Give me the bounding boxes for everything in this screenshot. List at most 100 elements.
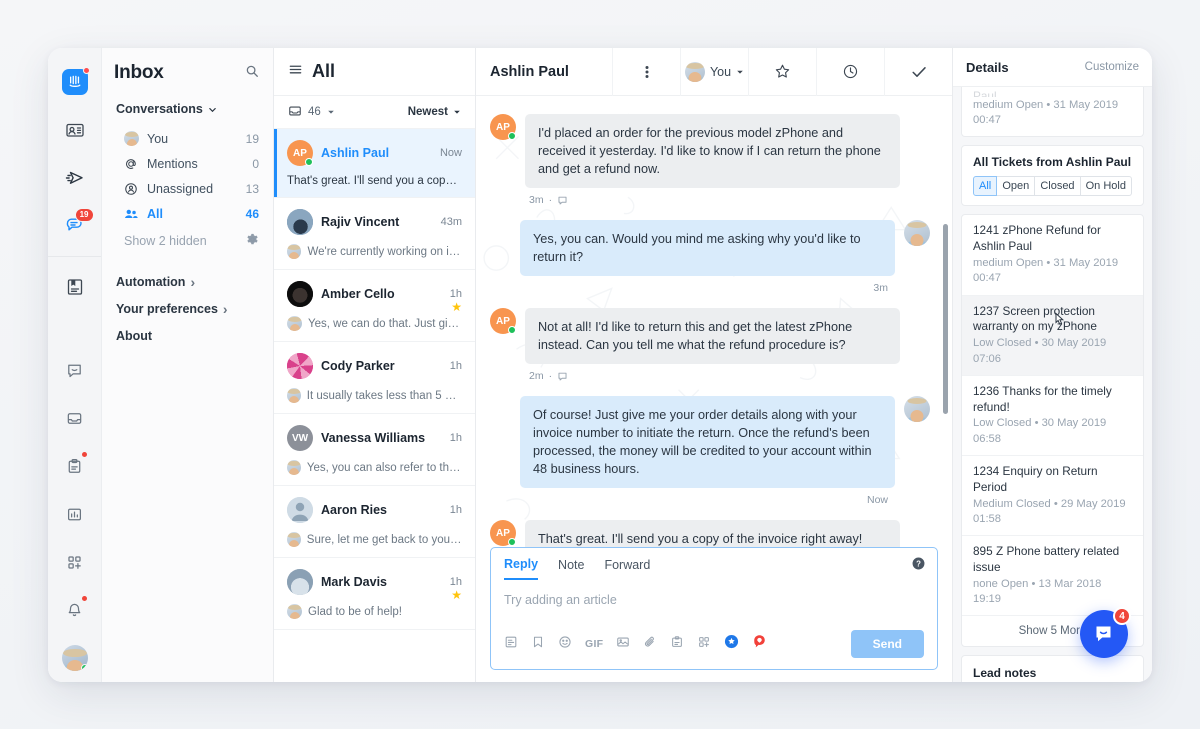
message-time: 3m (873, 282, 888, 295)
sidebar-item-mentions[interactable]: Mentions 0 (102, 151, 273, 176)
conversations-icon[interactable]: 19 (48, 202, 102, 250)
bell-icon[interactable] (48, 586, 102, 634)
gif-icon[interactable]: GIF (585, 638, 603, 650)
avatar: VW (287, 425, 313, 451)
filter-closed[interactable]: Closed (1035, 176, 1081, 197)
intercom-heart-icon[interactable] (752, 634, 767, 654)
message-time: Now (866, 494, 888, 507)
ticket-title: 1241 zPhone Refund for Ashlin Paul (973, 223, 1101, 254)
sidebar-header: Inbox (102, 62, 273, 84)
contacts-icon[interactable] (48, 106, 102, 154)
conversation-item-vanessa-williams[interactable]: VW Vanessa Williams 1h Yes, you can also… (274, 414, 475, 486)
tab-forward[interactable]: Forward (604, 558, 650, 579)
sidebar-item-all[interactable]: All 46 (102, 201, 273, 226)
ticket-item[interactable]: 1237 Screen protection warranty on my zP… (962, 295, 1143, 376)
help-icon[interactable]: ? (912, 557, 925, 575)
qualify-icon[interactable] (724, 634, 739, 654)
hamburger-icon[interactable] (288, 62, 303, 82)
app-icon[interactable] (697, 635, 711, 654)
send-icon[interactable] (48, 154, 102, 202)
svg-text:?: ? (916, 559, 921, 568)
message-bubble: Yes, you can. Would you mind me asking w… (520, 220, 895, 277)
show-hidden-label: Show 2 hidden (124, 234, 207, 248)
messenger-widget-button[interactable]: 4 (1080, 607, 1131, 658)
search-icon[interactable] (245, 64, 259, 83)
ticket-title: 1237 Screen protection warranty on my zP… (973, 303, 1097, 334)
image-icon[interactable] (616, 635, 630, 654)
article-icon[interactable] (504, 635, 518, 654)
ticket-item[interactable]: 1241 zPhone Refund for Ashlin Paul mediu… (962, 215, 1143, 296)
star-icon[interactable]: ★ (451, 588, 462, 602)
send-button[interactable]: Send (850, 630, 924, 658)
agent-avatar-icon (287, 532, 301, 547)
conversation-item-cody-parker[interactable]: Cody Parker 1h It usually takes less tha… (274, 342, 475, 414)
conversation-item-rajiv-vincent[interactable]: Rajiv Vincent 43m We're currently workin… (274, 198, 475, 270)
sort-selector[interactable]: Newest (408, 106, 461, 118)
message-meta: 2m · (529, 370, 930, 382)
messenger-icon[interactable] (48, 346, 102, 394)
emoji-icon[interactable] (558, 635, 572, 654)
messenger-icon (558, 372, 567, 381)
conversation-preview: It usually takes less than 5 busi... (306, 389, 462, 402)
reply-input[interactable]: Try adding an article (491, 580, 937, 622)
filter-open[interactable]: Open (997, 176, 1036, 197)
conversation-item-aaron-ries[interactable]: Aaron Ries 1h Sure, let me get back to y… (274, 486, 475, 558)
filter-on-hold[interactable]: On Hold (1080, 176, 1133, 197)
apps-icon[interactable] (48, 538, 102, 586)
conversation-name: Ashlin Paul (321, 146, 390, 160)
intercom-logo-icon[interactable] (48, 58, 102, 106)
details-panel: Details Customize Paul medium Open • 31 … (952, 48, 1152, 682)
kebab-menu-icon[interactable] (612, 48, 680, 96)
star-icon[interactable] (748, 48, 816, 96)
agent-avatar-icon (287, 244, 302, 259)
gear-icon[interactable] (246, 233, 259, 249)
assignee-selector[interactable]: You (680, 48, 748, 96)
inbox-icon[interactable] (48, 394, 102, 442)
message-bubble: Not at all! I'd like to return this and … (525, 308, 900, 365)
sidebar-item-you[interactable]: You 19 (102, 126, 273, 151)
sidebar-item-automation[interactable]: Automation › (102, 268, 273, 295)
meeting-icon[interactable] (670, 635, 684, 654)
user-avatar[interactable] (48, 634, 102, 682)
sidebar-item-unassigned[interactable]: Unassigned 13 (102, 176, 273, 201)
sidebar-item-about[interactable]: About (102, 322, 273, 349)
sidebar-link-label: Your preferences (116, 301, 218, 316)
list-count-group[interactable]: 46 (288, 104, 335, 121)
thread-scrollbar[interactable] (943, 224, 948, 414)
ticket-filter-group: All Open Closed On Hold (973, 176, 1133, 197)
ticket-item[interactable]: 1234 Enquiry on Return Period Medium Clo… (962, 456, 1143, 536)
tab-note[interactable]: Note (558, 558, 584, 579)
list-title: All (312, 61, 336, 81)
conversation-time: 1h (449, 432, 462, 444)
sidebar-section-label: Conversations (116, 102, 203, 116)
star-icon[interactable]: ★ (451, 300, 462, 314)
sidebar-item-label: Mentions (147, 156, 198, 171)
sidebar-section-conversations[interactable]: Conversations (102, 102, 273, 116)
message-row: Yes, you can. Would you mind me asking w… (490, 220, 930, 277)
rail-divider (48, 256, 101, 257)
close-conversation-check-icon[interactable] (884, 48, 952, 96)
clipboard-icon[interactable] (48, 442, 102, 490)
ticket-item[interactable]: Paul medium Open • 31 May 2019 00:47 (962, 87, 1143, 136)
ticket-item[interactable]: 1236 Thanks for the timely refund! Low C… (962, 376, 1143, 456)
customize-button[interactable]: Customize (1085, 61, 1139, 73)
filter-all[interactable]: All (973, 176, 998, 197)
conversation-item-mark-davis[interactable]: Mark Davis 1h ★ Glad to be of help! (274, 558, 475, 630)
saved-reply-icon[interactable] (531, 635, 545, 654)
conversation-item-ashlin-paul[interactable]: AP Ashlin Paul Now That's great. I'll se… (274, 129, 475, 198)
inbox-sidebar: Inbox Conversations You 19 Mentions 0 Un… (102, 48, 274, 682)
articles-icon[interactable] (48, 263, 102, 311)
tab-reply[interactable]: Reply (504, 557, 539, 580)
message-bubble: That's great. I'll send you a copy of th… (525, 520, 900, 547)
snooze-clock-icon[interactable] (816, 48, 884, 96)
ticket-item[interactable]: 895 Z Phone battery related issue none O… (962, 536, 1143, 616)
attachment-icon[interactable] (643, 635, 657, 654)
conversation-name: Rajiv Vincent (321, 215, 400, 229)
sidebar-item-your-preferences[interactable]: Your preferences › (102, 295, 273, 322)
conversation-item-amber-cello[interactable]: Amber Cello 1h ★ Yes, we can do that. Ju… (274, 270, 475, 342)
show-hidden-row[interactable]: Show 2 hidden (102, 228, 273, 254)
ticket-title: 1236 Thanks for the timely refund! (973, 383, 1112, 414)
conversation-time: 1h (449, 576, 462, 588)
reports-icon[interactable] (48, 490, 102, 538)
conversation-preview: Yes, you can also refer to the a... (306, 461, 462, 474)
